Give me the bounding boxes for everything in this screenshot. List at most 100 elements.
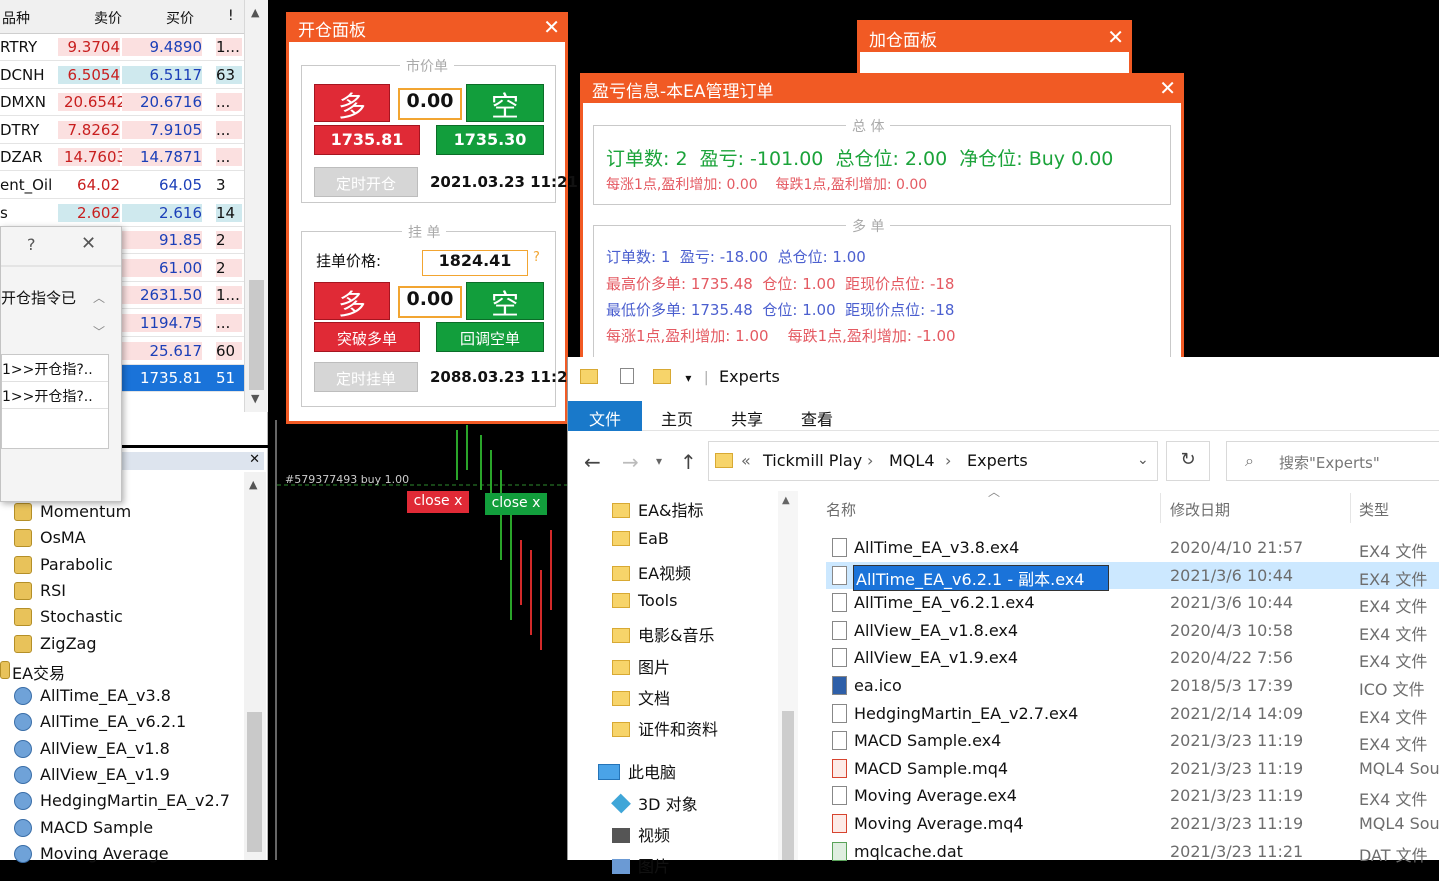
buy-price-button[interactable]: 1735.81 xyxy=(314,125,420,155)
popup-list-item[interactable]: 1>>开仓指?.. xyxy=(2,382,108,409)
spread-cell: 60 xyxy=(216,341,242,360)
market-watch-row[interactable]: DMXN 20.6542 20.6716... xyxy=(0,89,244,117)
chevron-up-icon[interactable]: ︿ xyxy=(93,289,105,306)
column-type[interactable]: 类型 xyxy=(1359,499,1389,520)
market-watch-row[interactable]: s 2.602 2.616 14 xyxy=(0,199,244,227)
nav-pane-item[interactable]: 3D 对象 xyxy=(611,791,698,819)
tab-view[interactable]: 查看 xyxy=(790,401,844,431)
file-row[interactable]: Moving Average.mq4 2021/3/23 11:19 MQL4 So… xyxy=(826,810,1439,837)
column-name[interactable]: 名称 xyxy=(826,499,856,520)
back-arrow-icon[interactable]: ← xyxy=(584,450,601,474)
pnl-panel-close-icon[interactable]: ✕ xyxy=(1159,76,1176,100)
tab-home[interactable]: 主页 xyxy=(650,401,704,431)
market-scrollbar[interactable]: ▲ ▼ xyxy=(244,0,268,412)
file-row[interactable]: MACD Sample.mq4 2021/3/23 11:19 MQL4 Sou xyxy=(826,755,1439,782)
column-date[interactable]: 修改日期 xyxy=(1170,499,1230,520)
pending-lot-input[interactable]: 0.00 xyxy=(398,286,462,318)
help-icon[interactable]: ? xyxy=(27,235,36,254)
chevron-down-icon[interactable]: ﹀ xyxy=(93,323,105,340)
tab-share[interactable]: 共享 xyxy=(720,401,774,431)
forward-arrow-icon[interactable]: → xyxy=(622,450,639,474)
timed-pending-button[interactable]: 定时挂单 xyxy=(314,362,418,392)
file-row[interactable]: AllTime_EA_v6.2.1.ex4 2021/3/6 10:44 EX4 文… xyxy=(826,589,1439,616)
header-spread[interactable]: ! xyxy=(228,8,234,24)
file-row[interactable]: ea.ico 2018/5/3 17:39 ICO 文件 xyxy=(826,672,1439,699)
navigator-close-icon[interactable]: ✕ xyxy=(249,452,260,467)
pending-sell-button[interactable]: 空 xyxy=(466,282,544,321)
folder-icon[interactable] xyxy=(580,369,598,384)
nav-pane-item[interactable]: EA&指标 xyxy=(612,497,704,525)
nav-pane-item[interactable]: 文档 xyxy=(612,685,670,713)
timed-open-button[interactable]: 定时开仓 xyxy=(314,167,418,197)
folder-icon xyxy=(612,660,630,675)
tree-scrollbar[interactable]: ▲ xyxy=(778,491,798,860)
close-order-button[interactable]: close x xyxy=(407,491,469,513)
nav-pane-item[interactable]: Tools xyxy=(612,591,677,619)
file-row[interactable]: mqlcache.dat 2021/3/23 11:21 DAT 文件 xyxy=(826,838,1439,865)
buy-button[interactable]: 多 xyxy=(314,84,390,123)
search-box[interactable]: ⌕ 搜索"Experts" xyxy=(1226,441,1439,481)
scroll-up-icon[interactable]: ▲ xyxy=(249,478,257,491)
market-watch-row[interactable]: DTRY 7.8262 7.9105... xyxy=(0,116,244,144)
header-ask[interactable]: 买价 xyxy=(166,8,194,28)
header-bid[interactable]: 卖价 xyxy=(94,8,122,28)
sell-price-button[interactable]: 1735.30 xyxy=(436,125,544,155)
chevron-down-icon[interactable]: ⌄ xyxy=(1137,452,1149,468)
popup-close-icon[interactable]: ✕ xyxy=(81,233,96,254)
nav-pane-item[interactable]: 视频 xyxy=(612,822,670,850)
nav-pane-item[interactable]: 电影&音乐 xyxy=(612,622,714,650)
market-watch-row[interactable]: ent_Oil 64.02 64.05 3 xyxy=(0,172,244,199)
file-row[interactable]: AllTime_EA_v3.8.ex4 2020/4/10 21:57 EX4 文件 xyxy=(826,534,1439,561)
popup-list-item[interactable]: 1>>开仓指?.. xyxy=(2,355,108,382)
folder-icon xyxy=(612,722,630,737)
file-row[interactable]: MACD Sample.ex4 2021/3/23 11:19 EX4 文件 xyxy=(826,727,1439,754)
pending-buy-button[interactable]: 多 xyxy=(314,282,390,321)
recent-dropdown-icon[interactable]: ▾ xyxy=(656,454,662,468)
pullback-sell-button[interactable]: 回调空单 xyxy=(436,322,544,352)
tab-file[interactable]: 文件 xyxy=(568,401,642,431)
dropdown-icon[interactable]: ▾ xyxy=(685,371,691,385)
market-watch-row[interactable]: RTRY 9.3704 9.4890 1... xyxy=(0,34,244,61)
help-icon[interactable]: ? xyxy=(533,250,540,265)
breakout-buy-button[interactable]: 突破多单 xyxy=(314,322,420,352)
header-symbol[interactable]: 品种 xyxy=(2,8,30,28)
breadcrumb-experts[interactable]: Experts xyxy=(967,451,1028,470)
address-bar[interactable]: « Tickmill Play › MQL4 › Experts ⌄ xyxy=(708,441,1158,481)
close-order-button[interactable]: close x xyxy=(485,493,547,515)
file-row[interactable]: AllTime_EA_v6.2.1 - 副本.ex4 2021/3/6 10:44… xyxy=(826,561,1439,591)
sell-button[interactable]: 空 xyxy=(466,84,544,123)
market-watch-row[interactable]: DCNH 6.5054 6.5117 63 xyxy=(0,61,244,89)
nav-pane-item[interactable]: EA视频 xyxy=(612,560,691,588)
symbol-cell: DZAR xyxy=(0,148,43,167)
up-arrow-icon[interactable]: ↑ xyxy=(680,450,697,474)
breadcrumb-tickmill[interactable]: Tickmill Play xyxy=(763,451,862,470)
add-panel-close-icon[interactable]: ✕ xyxy=(1107,25,1124,49)
nav-pane-item[interactable]: EaB xyxy=(612,529,669,557)
navigator-scrollbar[interactable]: ▲ xyxy=(244,472,266,860)
new-folder-icon[interactable] xyxy=(652,369,671,384)
file-row[interactable]: Moving Average.ex4 2021/3/23 11:19 EX4 文件 xyxy=(826,782,1439,809)
navigator-scroll-thumb[interactable] xyxy=(247,712,262,852)
file-name[interactable]: AllTime_EA_v6.2.1 - 副本.ex4 xyxy=(852,564,1110,591)
navigator-item-label: OsMA xyxy=(40,528,86,548)
file-row[interactable]: AllView_EA_v1.8.ex4 2020/4/3 10:58 EX4 文件 xyxy=(826,617,1439,644)
file-row[interactable]: HedgingMartin_EA_v2.7.ex4 2021/2/14 14:09… xyxy=(826,700,1439,727)
nav-pane-item[interactable]: 图片 xyxy=(612,654,670,682)
properties-icon[interactable] xyxy=(620,368,635,384)
pending-price-input[interactable]: 1824.41 xyxy=(422,250,528,276)
nav-pane-item[interactable]: 此电脑 xyxy=(598,759,676,787)
market-scroll-thumb[interactable] xyxy=(249,280,264,390)
file-row[interactable]: AllView_EA_v1.9.ex4 2020/4/22 7:56 EX4 文件 xyxy=(826,644,1439,671)
price-chart[interactable]: #579377493 buy 1.00 close x close x xyxy=(275,420,567,860)
lot-input[interactable]: 0.00 xyxy=(398,88,462,120)
market-order-legend: 市价单 xyxy=(400,56,454,76)
scroll-down-icon[interactable]: ▼ xyxy=(251,392,259,405)
expert-advisor-icon xyxy=(14,687,32,706)
nav-pane-item[interactable]: 证件和资料 xyxy=(612,716,718,744)
nav-pane-item[interactable]: 图片 xyxy=(612,853,670,881)
breadcrumb-mql4[interactable]: MQL4 xyxy=(889,451,935,470)
market-watch-row[interactable]: DZAR 14.7603 14.7871... xyxy=(0,144,244,172)
refresh-icon[interactable]: ↻ xyxy=(1166,441,1210,481)
open-panel-close-icon[interactable]: ✕ xyxy=(543,15,560,39)
scroll-up-icon[interactable]: ▲ xyxy=(251,6,259,19)
